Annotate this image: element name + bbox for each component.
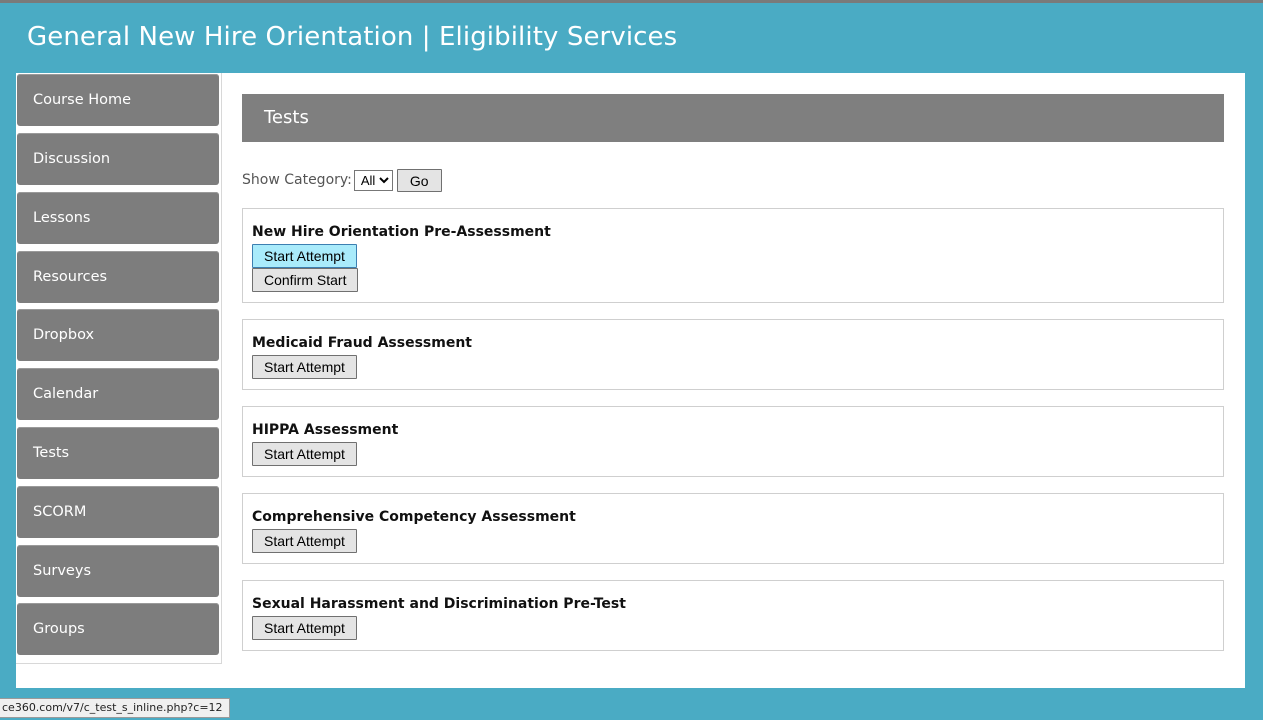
sidebar-item-tests[interactable]: Tests <box>17 427 219 479</box>
start-attempt-button[interactable]: Start Attempt <box>252 442 357 466</box>
content-panel: Course Home Discussion Lessons Resources… <box>16 73 1245 688</box>
test-title: Sexual Harassment and Discrimination Pre… <box>252 596 626 612</box>
sidebar-item-discussion[interactable]: Discussion <box>17 133 219 185</box>
sidebar-item-lessons[interactable]: Lessons <box>17 192 219 244</box>
top-border <box>0 0 1263 3</box>
go-button[interactable]: Go <box>396 168 442 192</box>
test-item: New Hire Orientation Pre-Assessment Star… <box>242 208 1224 303</box>
page-title: Tests <box>242 94 1224 142</box>
sidebar-item-dropbox[interactable]: Dropbox <box>17 309 219 361</box>
test-title: HIPPA Assessment <box>252 422 399 438</box>
test-title: Medicaid Fraud Assessment <box>252 335 472 351</box>
test-item: Comprehensive Competency Assessment Star… <box>242 493 1224 564</box>
start-attempt-button[interactable]: Start Attempt <box>252 616 357 640</box>
sidebar-item-calendar[interactable]: Calendar <box>17 368 219 420</box>
sidebar-item-groups[interactable]: Groups <box>17 603 219 655</box>
sidebar-nav: Course Home Discussion Lessons Resources… <box>16 73 222 664</box>
start-attempt-button[interactable]: Start Attempt <box>252 244 357 268</box>
category-select[interactable]: All <box>353 169 393 191</box>
course-title: General New Hire Orientation | Eligibili… <box>27 22 678 52</box>
test-item: HIPPA Assessment Start Attempt <box>242 406 1224 477</box>
sidebar-item-course-home[interactable]: Course Home <box>17 74 219 126</box>
start-attempt-button[interactable]: Start Attempt <box>252 355 357 379</box>
sidebar-item-resources[interactable]: Resources <box>17 251 219 303</box>
category-filter-label: Show Category: <box>242 172 352 188</box>
confirm-start-button[interactable]: Confirm Start <box>252 268 359 292</box>
sidebar-item-surveys[interactable]: Surveys <box>17 545 219 597</box>
test-item: Sexual Harassment and Discrimination Pre… <box>242 580 1224 651</box>
status-bar-url: ce360.com/v7/c_test_s_inline.php?c=12 <box>0 698 230 718</box>
category-filter: Show Category: All Go <box>242 168 442 192</box>
test-item: Medicaid Fraud Assessment Start Attempt <box>242 319 1224 390</box>
test-title: Comprehensive Competency Assessment <box>252 509 576 525</box>
test-title: New Hire Orientation Pre-Assessment <box>252 224 551 240</box>
sidebar-item-scorm[interactable]: SCORM <box>17 486 219 538</box>
start-attempt-button[interactable]: Start Attempt <box>252 529 357 553</box>
